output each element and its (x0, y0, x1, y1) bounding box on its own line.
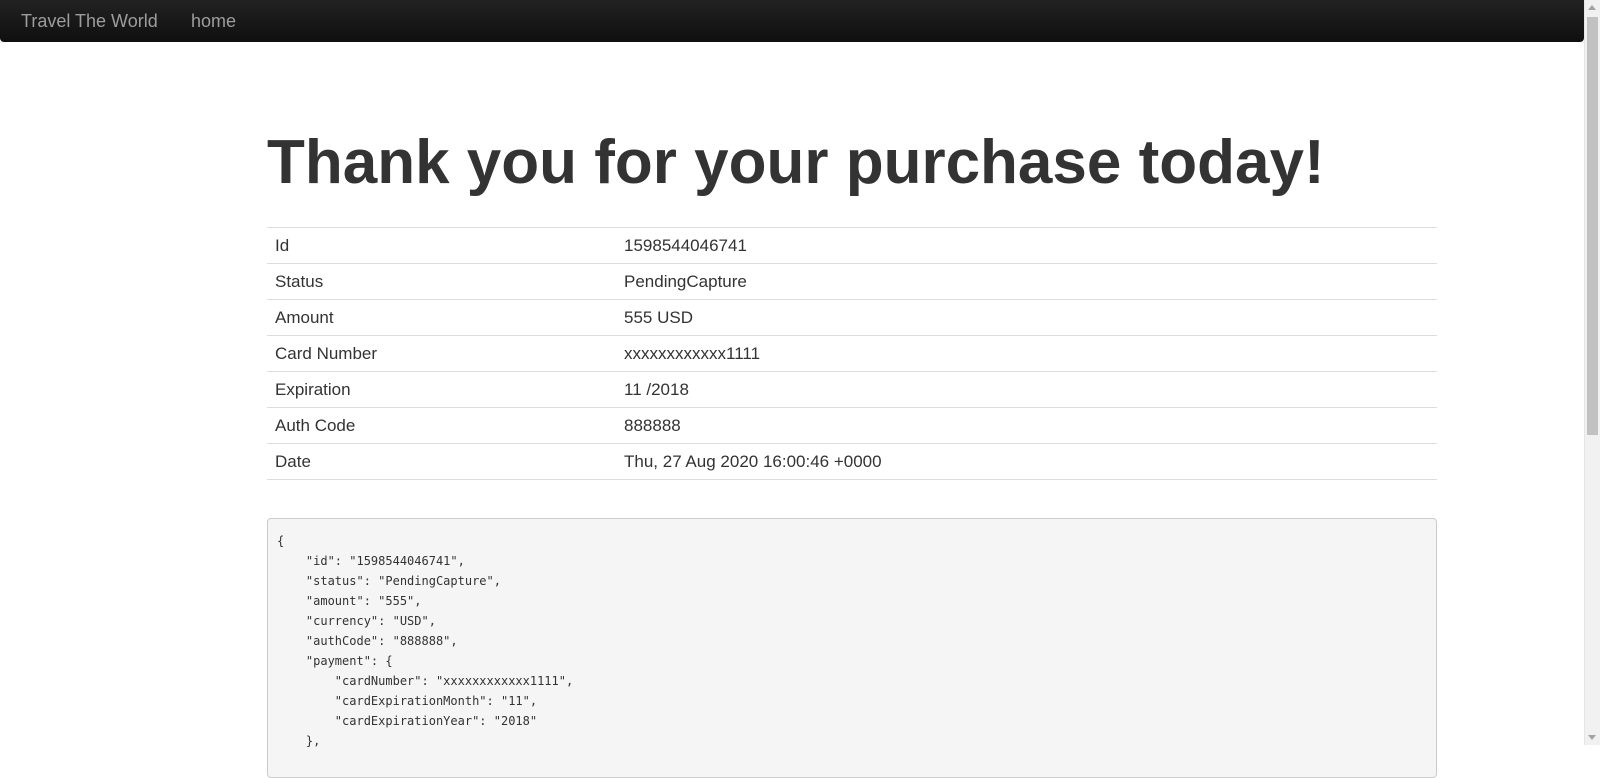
row-label: Id (267, 227, 616, 264)
table-row: Id 1598544046741 (267, 227, 1437, 264)
row-label: Status (267, 263, 616, 300)
json-line: "cardExpirationMonth": "11", (277, 694, 538, 708)
json-line: "currency": "USD", (277, 614, 436, 628)
table-row: Date Thu, 27 Aug 2020 16:00:46 +0000 (267, 443, 1437, 480)
row-value: xxxxxxxxxxxx1111 (616, 335, 1437, 372)
vertical-scrollbar[interactable] (1584, 0, 1600, 745)
scroll-down-arrow-icon[interactable] (1588, 735, 1596, 740)
row-label: Expiration (267, 371, 616, 408)
row-label: Amount (267, 299, 616, 336)
row-value: 1598544046741 (616, 227, 1437, 264)
scrollbar-thumb[interactable] (1587, 17, 1598, 435)
table-row: Card Number xxxxxxxxxxxx1111 (267, 335, 1437, 372)
row-value: PendingCapture (616, 263, 1437, 300)
transaction-details-table: Id 1598544046741 Status PendingCapture A… (267, 227, 1437, 480)
row-label: Card Number (267, 335, 616, 372)
scroll-up-arrow-icon[interactable] (1588, 5, 1596, 10)
navbar-brand[interactable]: Travel The World (21, 0, 158, 42)
json-line: "id": "1598544046741", (277, 554, 465, 568)
row-value: 555 USD (616, 299, 1437, 336)
table-row: Auth Code 888888 (267, 407, 1437, 444)
navbar: Travel The World home (0, 0, 1584, 42)
row-value: 888888 (616, 407, 1437, 444)
nav-link-home[interactable]: home (191, 0, 236, 42)
table-row: Status PendingCapture (267, 263, 1437, 300)
json-line: { (277, 534, 285, 548)
table-row: Amount 555 USD (267, 299, 1437, 336)
table-row: Expiration 11 /2018 (267, 371, 1437, 408)
page-title: Thank you for your purchase today! (267, 128, 1325, 197)
json-line: "amount": "555", (277, 594, 422, 608)
response-json-block[interactable]: { "id": "1598544046741", "status": "Pend… (267, 518, 1437, 778)
json-line: "payment": { (277, 654, 393, 668)
row-value: Thu, 27 Aug 2020 16:00:46 +0000 (616, 443, 1437, 480)
row-label: Auth Code (267, 407, 616, 444)
row-label: Date (267, 443, 616, 480)
json-line: "status": "PendingCapture", (277, 574, 501, 588)
row-value: 11 /2018 (616, 371, 1437, 408)
json-line: "cardExpirationYear": "2018" (277, 714, 538, 728)
json-line: "cardNumber": "xxxxxxxxxxxx1111", (277, 674, 574, 688)
json-line: }, (277, 734, 321, 748)
json-line: "authCode": "888888", (277, 634, 458, 648)
